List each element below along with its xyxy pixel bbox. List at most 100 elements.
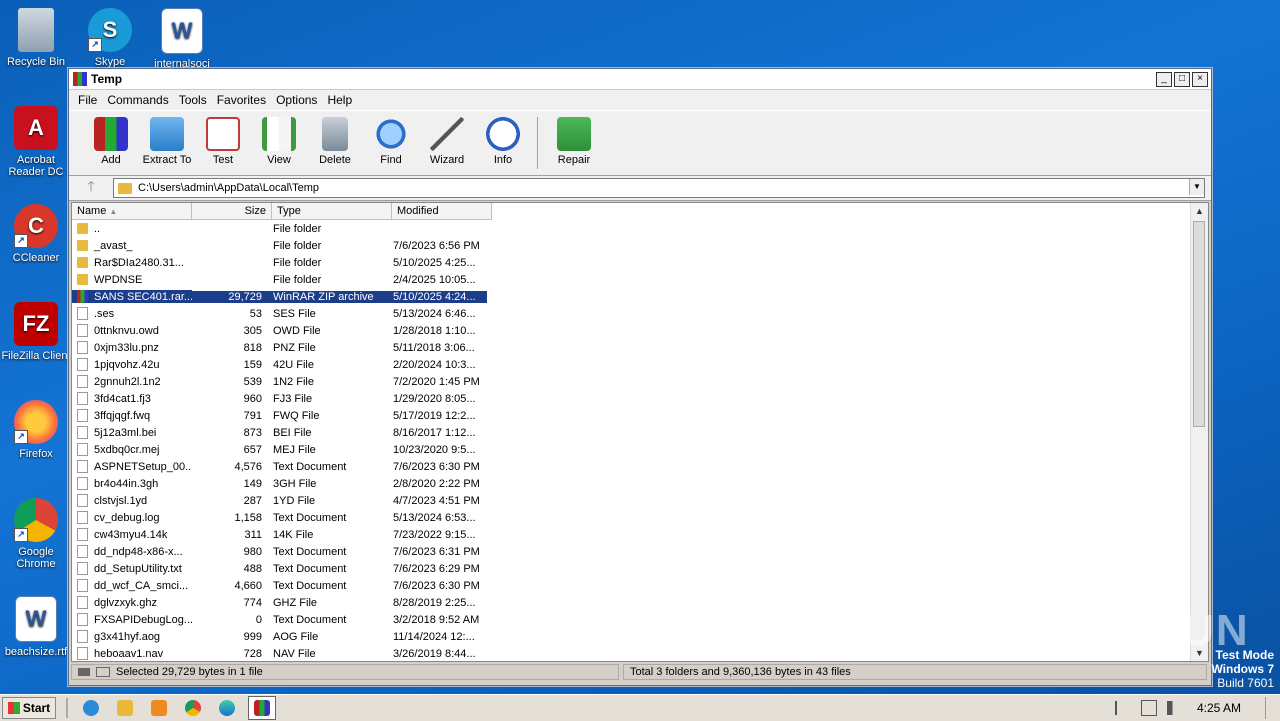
- winrar-window: Temp _ □ × File Commands Tools Favorites…: [68, 68, 1212, 686]
- file-type: MEJ File: [273, 443, 316, 456]
- desktop-icon-filezilla[interactable]: FZ FileZilla Client: [0, 302, 74, 362]
- file-row[interactable]: clstvjsl.1yd 287 1YD File 4/7/2023 4:51 PM: [72, 492, 1190, 509]
- address-field[interactable]: C:\Users\admin\AppData\Local\Temp ▼: [113, 178, 1205, 198]
- file-name: 2gnnuh2l.1n2: [72, 375, 192, 388]
- file-name-text: _avast_: [94, 239, 133, 252]
- file-name: FXSAPIDebugLog...: [72, 613, 192, 626]
- file-modified: 7/23/2022 9:15...: [393, 528, 476, 541]
- column-size[interactable]: Size: [192, 203, 272, 219]
- file-modified: 7/6/2023 6:29 PM: [393, 562, 480, 575]
- close-button[interactable]: ×: [1192, 71, 1208, 87]
- rar-archive-icon: [77, 290, 88, 303]
- wizard-button[interactable]: Wizard: [419, 111, 475, 166]
- toolbar-label: View: [267, 154, 291, 166]
- file-row[interactable]: _avast_ File folder 7/6/2023 6:56 PM: [72, 237, 1190, 254]
- column-modified[interactable]: Modified: [392, 203, 492, 219]
- file-row[interactable]: cw43myu4.14k 311 14K File 7/23/2022 9:15...: [72, 526, 1190, 543]
- extract-to-button[interactable]: Extract To: [139, 111, 195, 166]
- file-modified: 5/13/2024 6:46...: [393, 307, 476, 320]
- file-row[interactable]: .. File folder: [72, 220, 1190, 237]
- file-type: WinRAR ZIP archive: [267, 290, 387, 303]
- file-row[interactable]: 1pjqvohz.42u 159 42U File 2/20/2024 10:3...: [72, 356, 1190, 373]
- file-row[interactable]: FXSAPIDebugLog... 0 Text Document 3/2/2018 …: [72, 611, 1190, 628]
- desktop-icon-skype[interactable]: S ↗ Skype: [72, 8, 148, 68]
- file-row[interactable]: 0ttnknvu.owd 305 OWD File 1/28/2018 1:10...: [72, 322, 1190, 339]
- desktop-icon-firefox[interactable]: ↗ Firefox: [0, 400, 74, 460]
- file-row[interactable]: .ses 53 SES File 5/13/2024 6:46...: [72, 305, 1190, 322]
- test-button[interactable]: Test: [195, 111, 251, 166]
- file-icon: [77, 409, 88, 422]
- desktop-icon-beachsize[interactable]: W beachsize.rtf: [0, 596, 74, 658]
- maximize-button[interactable]: □: [1174, 71, 1190, 87]
- start-button[interactable]: Start: [2, 697, 56, 719]
- ccleaner-icon: C ↗: [14, 204, 58, 248]
- scroll-up-arrow-icon[interactable]: ▲: [1191, 203, 1208, 219]
- scroll-thumb[interactable]: [1193, 221, 1205, 427]
- toolbar-label: Repair: [557, 154, 591, 166]
- file-row[interactable]: dglvzxyk.ghz 774 GHZ File 8/28/2019 2:25...: [72, 594, 1190, 611]
- taskbar-media-player[interactable]: [146, 697, 172, 719]
- file-row[interactable]: dd_ndp48-x86-x... 980 Text Document 7/6/202…: [72, 543, 1190, 560]
- taskbar-explorer[interactable]: [112, 697, 138, 719]
- menu-help[interactable]: Help: [322, 93, 357, 107]
- file-row[interactable]: 3ffqjqgf.fwq 791 FWQ File 5/17/2019 12:2...: [72, 407, 1190, 424]
- desktop-icon-ccleaner[interactable]: C ↗ CCleaner: [0, 204, 74, 264]
- file-row[interactable]: dd_wcf_CA_smci... 4,660 Text Document 7/6/2…: [72, 577, 1190, 594]
- file-row[interactable]: 5xdbq0cr.mej 657 MEJ File 10/23/2020 9:5...: [72, 441, 1190, 458]
- menu-commands[interactable]: Commands: [102, 93, 173, 107]
- file-row[interactable]: cv_debug.log 1,158 Text Document 5/13/2024 …: [72, 509, 1190, 526]
- dropdown-arrow-icon[interactable]: ▼: [1189, 179, 1204, 195]
- volume-icon[interactable]: [1166, 701, 1181, 715]
- info-button[interactable]: Info: [475, 111, 531, 166]
- file-row[interactable]: heboaav1.nav 728 NAV File 3/26/2019 8:44...: [72, 645, 1190, 661]
- file-row[interactable]: Rar$DIa2480.31... File folder 5/10/2025 4:…: [72, 254, 1190, 271]
- desktop-icon-acrobat[interactable]: A Acrobat Reader DC: [0, 106, 74, 178]
- title-bar[interactable]: Temp _ □ ×: [69, 69, 1211, 90]
- file-row[interactable]: 3fd4cat1.fj3 960 FJ3 File 1/29/2020 8:05...: [72, 390, 1190, 407]
- column-name[interactable]: Name ▲: [72, 203, 192, 219]
- file-row[interactable]: 0xjm33lu.pnz 818 PNZ File 5/11/2018 3:06...: [72, 339, 1190, 356]
- flag-icon[interactable]: [1114, 701, 1131, 715]
- file-modified: 10/23/2020 9:5...: [393, 443, 476, 456]
- key-icon: [96, 667, 110, 677]
- file-row[interactable]: 5j12a3ml.bei 873 BEI File 8/16/2017 1:12...: [72, 424, 1190, 441]
- repair-button[interactable]: Repair: [546, 111, 602, 166]
- delete-button[interactable]: Delete: [307, 111, 363, 166]
- column-type[interactable]: Type: [272, 203, 392, 219]
- menu-file[interactable]: File: [73, 93, 102, 107]
- find-button[interactable]: Find: [363, 111, 419, 166]
- show-desktop-button[interactable]: [1265, 697, 1280, 719]
- file-size: 488: [243, 562, 262, 575]
- file-modified: 3/26/2019 8:44...: [393, 647, 476, 660]
- view-button[interactable]: View: [251, 111, 307, 166]
- file-name-text: 5j12a3ml.bei: [94, 426, 157, 439]
- taskbar-winrar[interactable]: [248, 696, 276, 720]
- taskbar-chrome[interactable]: [180, 697, 206, 719]
- up-arrow-icon[interactable]: 🡑: [69, 176, 113, 200]
- disk-icon: [78, 668, 90, 676]
- menu-favorites[interactable]: Favorites: [212, 93, 271, 107]
- menu-tools[interactable]: Tools: [174, 93, 212, 107]
- desktop-icon-recycle-bin[interactable]: Recycle Bin: [0, 8, 74, 68]
- file-type: Text Document: [273, 613, 347, 626]
- file-name: 3fd4cat1.fj3: [72, 392, 192, 405]
- desktop-icon-internalsoci[interactable]: W internalsoci: [144, 8, 220, 70]
- file-row[interactable]: 2gnnuh2l.1n2 539 1N2 File 7/2/2020 1:45 PM: [72, 373, 1190, 390]
- taskbar-edge[interactable]: [214, 697, 240, 719]
- file-row[interactable]: ASPNETSetup_00... 4,576 Text Document 7/6/2…: [72, 458, 1190, 475]
- menu-options[interactable]: Options: [271, 93, 322, 107]
- clock[interactable]: 4:25 AM: [1197, 701, 1241, 715]
- file-row[interactable]: WPDNSE File folder 2/4/2025 10:05...: [72, 271, 1190, 288]
- file-row[interactable]: br4o44in.3gh 149 3GH File 2/8/2020 2:22 PM: [72, 475, 1190, 492]
- vertical-scrollbar[interactable]: ▲ ▼: [1190, 203, 1208, 661]
- taskbar-ie[interactable]: [78, 697, 104, 719]
- desktop-icon-chrome[interactable]: ↗ Google Chrome: [0, 498, 74, 570]
- file-icon: [77, 426, 88, 439]
- file-row[interactable]: g3x41hyf.aog 999 AOG File 11/14/2024 12:...: [72, 628, 1190, 645]
- file-row[interactable]: dd_SetupUtility.txt 488 Text Document 7/6/2…: [72, 560, 1190, 577]
- add-button[interactable]: Add: [83, 111, 139, 166]
- minimize-button[interactable]: _: [1156, 71, 1172, 87]
- network-icon[interactable]: [1140, 700, 1157, 716]
- file-row[interactable]: SANS SEC401.rar... 29,729 WinRAR ZIP archi…: [72, 288, 1190, 305]
- file-name-text: cw43myu4.14k: [94, 528, 168, 541]
